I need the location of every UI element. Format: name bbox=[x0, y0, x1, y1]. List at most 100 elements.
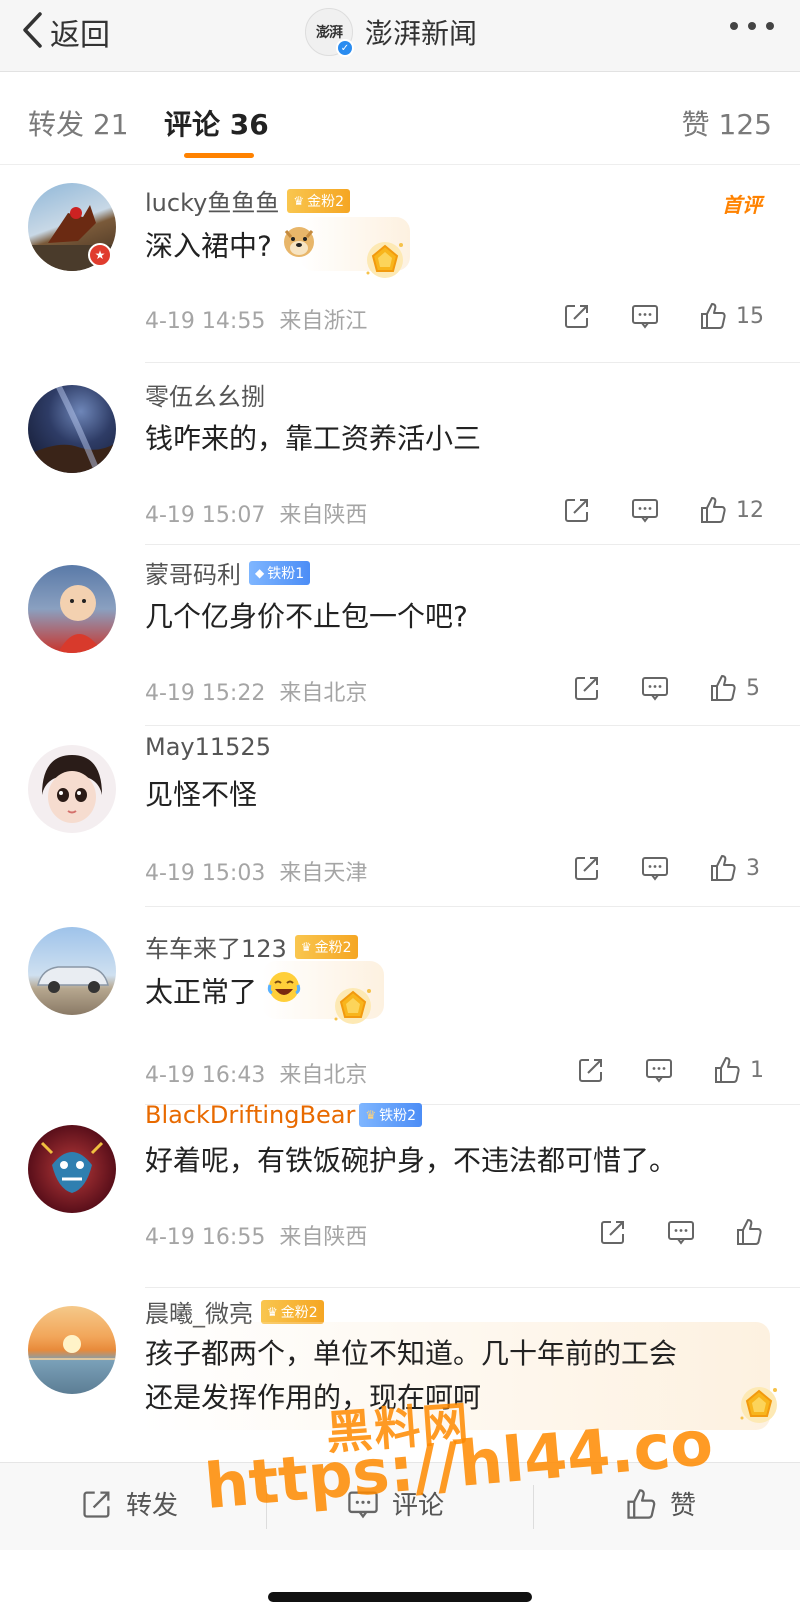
reply-icon[interactable] bbox=[630, 495, 660, 525]
like-icon[interactable] bbox=[698, 301, 728, 331]
comment-text: 钱咋来的，靠工资养活小三 bbox=[145, 422, 482, 455]
comment-username[interactable]: 零伍幺幺捌 bbox=[145, 377, 265, 412]
comment-username[interactable]: 车车来了123 ♛ 金粉2 bbox=[145, 929, 358, 964]
top-nav-bar: 返回 澎湃 ✓ 澎湃新闻 bbox=[0, 0, 800, 72]
fan-badge-label: 金粉2 bbox=[280, 1304, 318, 1321]
account-header[interactable]: 澎湃 ✓ 澎湃新闻 bbox=[305, 8, 477, 57]
like-icon[interactable] bbox=[708, 853, 738, 883]
share-icon[interactable] bbox=[576, 1055, 606, 1085]
share-icon[interactable] bbox=[562, 495, 592, 525]
comment-time: 4-19 16:55 bbox=[145, 1225, 266, 1250]
like-icon[interactable] bbox=[734, 1217, 764, 1247]
like-icon[interactable] bbox=[712, 1055, 742, 1085]
like-icon[interactable] bbox=[698, 495, 728, 525]
user-avatar[interactable] bbox=[28, 927, 116, 1015]
reply-icon[interactable] bbox=[630, 301, 660, 331]
comment-divider bbox=[145, 725, 800, 726]
reply-icon[interactable] bbox=[666, 1217, 696, 1247]
verified-icon: ✓ bbox=[336, 39, 354, 57]
reply-icon[interactable] bbox=[640, 673, 670, 703]
comment-actions: 3 bbox=[572, 853, 760, 883]
comment-text: 见怪不怪 bbox=[145, 778, 258, 811]
comment-time: 4-19 16:43 bbox=[145, 1063, 266, 1088]
username-text: BlackDriftingBear bbox=[145, 1101, 356, 1129]
crown-icon: ♛ bbox=[300, 939, 312, 954]
comment-username[interactable]: BlackDriftingBear ♛ 铁粉2 bbox=[145, 1101, 422, 1129]
like-icon bbox=[624, 1487, 658, 1521]
username-text: May11525 bbox=[145, 733, 271, 761]
comment-meta: 4-19 15:07 来自陕西 bbox=[145, 497, 367, 529]
comment-actions: 5 bbox=[572, 673, 760, 703]
comment-meta: 4-19 15:03 来自天津 bbox=[145, 855, 367, 887]
comment-divider bbox=[145, 362, 800, 363]
active-tab-indicator bbox=[184, 153, 254, 158]
comment-text: 好着呢，有铁饭碗护身，不违法都可惜了。 bbox=[145, 1144, 678, 1177]
comment-text: 深入裙中? bbox=[145, 223, 317, 272]
comment-time: 4-19 15:07 bbox=[145, 503, 266, 528]
share-icon bbox=[80, 1487, 114, 1521]
fan-badge: ♛ 金粉2 bbox=[287, 188, 351, 213]
crown-icon: ♛ bbox=[293, 193, 305, 208]
comment-location: 来自陕西 bbox=[279, 1225, 368, 1250]
tab-bar: 转发 21 评论 36 赞 125 bbox=[0, 73, 800, 165]
comment-username[interactable]: May11525 bbox=[145, 733, 271, 761]
tab-likes[interactable]: 赞 125 bbox=[682, 103, 772, 143]
comment-meta: 4-19 15:22 来自北京 bbox=[145, 675, 367, 707]
fan-badge-label: 铁粉2 bbox=[379, 1108, 416, 1124]
comment-text: 太正常了 bbox=[145, 969, 302, 1018]
comment-location: 来自陕西 bbox=[279, 503, 368, 528]
username-text: 零伍幺幺捌 bbox=[145, 383, 265, 411]
share-icon[interactable] bbox=[562, 301, 592, 331]
home-indicator[interactable] bbox=[268, 1592, 532, 1602]
comment-username[interactable]: 蒙哥码利 ◆ 铁粉1 bbox=[145, 555, 311, 590]
repost-label: 转发 bbox=[126, 1491, 179, 1521]
user-avatar[interactable] bbox=[28, 1125, 116, 1213]
share-icon[interactable] bbox=[598, 1217, 628, 1247]
comment-divider bbox=[145, 544, 800, 545]
tab-repost[interactable]: 转发 21 bbox=[28, 103, 129, 143]
fan-badge-label: 铁粉1 bbox=[267, 565, 305, 582]
more-options-icon[interactable] bbox=[730, 22, 774, 30]
comment-actions: 1 bbox=[576, 1055, 764, 1085]
user-avatar[interactable] bbox=[28, 385, 116, 473]
account-avatar[interactable]: 澎湃 ✓ bbox=[305, 8, 354, 57]
comment-time: 4-19 15:22 bbox=[145, 681, 266, 706]
username-text: 车车来了123 bbox=[145, 935, 287, 963]
comment-divider bbox=[145, 1287, 800, 1288]
back-label: 返回 bbox=[50, 18, 110, 53]
like-icon[interactable] bbox=[708, 673, 738, 703]
comment-meta: 4-19 16:43 来自北京 bbox=[145, 1057, 367, 1089]
comment-actions bbox=[598, 1217, 786, 1247]
back-button[interactable]: 返回 bbox=[20, 12, 110, 53]
comment-location: 来自浙江 bbox=[279, 309, 368, 334]
like-button[interactable]: 赞 bbox=[624, 1485, 696, 1522]
crown-icon: ♛ bbox=[365, 1108, 377, 1122]
first-comment-tag: 首评 bbox=[722, 193, 762, 217]
laugh-cry-emoji-icon bbox=[266, 969, 302, 1018]
fan-badge: ♛ 金粉2 bbox=[261, 1299, 324, 1324]
medal-icon bbox=[736, 1382, 782, 1428]
comment-time: 4-19 14:55 bbox=[145, 309, 266, 334]
like-label: 赞 bbox=[670, 1491, 697, 1521]
reply-icon[interactable] bbox=[640, 853, 670, 883]
user-avatar[interactable] bbox=[28, 745, 116, 833]
comment-time: 4-19 15:03 bbox=[145, 861, 266, 886]
comment-meta: 4-19 14:55 来自浙江 bbox=[145, 303, 367, 335]
comment-username[interactable]: lucky鱼鱼鱼 ♛ 金粉2 bbox=[145, 183, 351, 218]
repost-button[interactable]: 转发 bbox=[80, 1485, 178, 1522]
fan-badge: ♛ 铁粉2 bbox=[359, 1103, 422, 1127]
fan-badge-label: 金粉2 bbox=[314, 939, 352, 956]
like-count: 12 bbox=[736, 497, 764, 523]
tab-comments[interactable]: 评论 36 bbox=[164, 103, 269, 143]
share-icon[interactable] bbox=[572, 853, 602, 883]
user-avatar[interactable] bbox=[28, 1306, 116, 1394]
reply-icon[interactable] bbox=[644, 1055, 674, 1085]
user-avatar[interactable] bbox=[28, 565, 116, 653]
medal-icon bbox=[330, 983, 376, 1029]
comment-text: 几个亿身价不止包一个吧? bbox=[145, 600, 468, 633]
comment-actions: 12 bbox=[562, 495, 764, 525]
username-text: 蒙哥码利 bbox=[145, 561, 241, 589]
share-icon[interactable] bbox=[572, 673, 602, 703]
member-badge-icon: ★ bbox=[88, 243, 112, 267]
like-count: 5 bbox=[746, 675, 760, 701]
